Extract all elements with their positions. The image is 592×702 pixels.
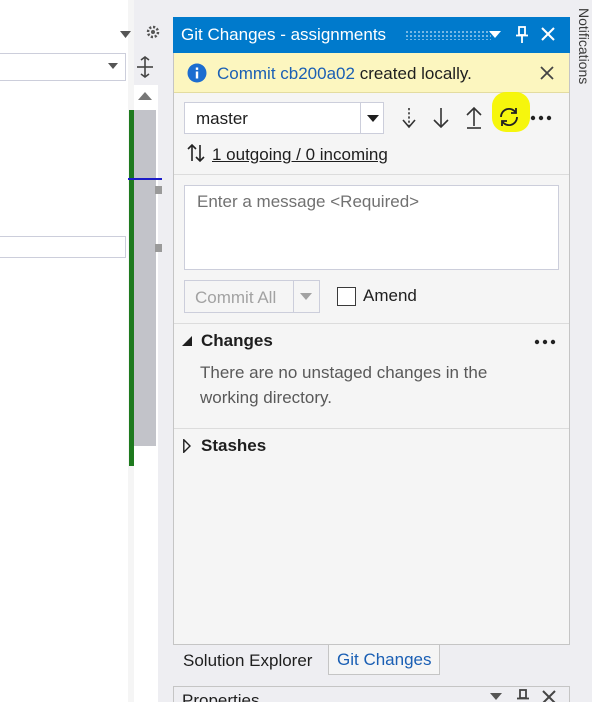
commit-link[interactable]: Commit cb200a02 — [217, 64, 355, 83]
outgoing-incoming-row: 1 outgoing / 0 incoming — [186, 143, 388, 165]
fetch-icon[interactable] — [400, 106, 418, 130]
chevron-down-icon — [367, 115, 379, 122]
branch-name: master — [196, 109, 248, 128]
expand-icon[interactable] — [183, 439, 191, 453]
scroll-up-icon[interactable] — [138, 92, 152, 100]
collapse-icon[interactable] — [182, 336, 192, 346]
info-icon — [187, 63, 207, 83]
dropdown-arrow-icon[interactable] — [120, 31, 131, 38]
panel-title: Git Changes - assignments — [181, 25, 387, 44]
tab-git-changes[interactable]: Git Changes — [328, 645, 440, 675]
branch-dropdown[interactable]: master — [184, 102, 384, 134]
info-message: created locally. — [354, 64, 472, 83]
commit-message-input[interactable]: Enter a message <Required> — [184, 185, 559, 270]
properties-title: Properties — [182, 691, 260, 702]
gear-icon[interactable] — [145, 24, 161, 40]
window-position-icon[interactable] — [490, 693, 502, 700]
chevron-down-icon — [108, 63, 118, 69]
info-bar: Commit cb200a02 created locally. — [174, 53, 569, 93]
outgoing-incoming-icon — [186, 143, 206, 163]
commit-message-placeholder: Enter a message <Required> — [197, 192, 420, 211]
tab-solution-explorer[interactable]: Solution Explorer — [183, 651, 312, 671]
editor-area — [0, 0, 128, 702]
caret-position-marker — [128, 178, 162, 180]
close-icon[interactable] — [541, 689, 557, 702]
outgoing-incoming-link[interactable]: 1 outgoing / 0 incoming — [212, 145, 388, 164]
sync-icon[interactable] — [497, 105, 521, 129]
commit-options-chevron-icon[interactable] — [300, 293, 312, 300]
pin-icon[interactable] — [516, 689, 530, 702]
pin-icon[interactable] — [515, 26, 529, 44]
notifications-tab[interactable]: Notifications — [574, 8, 592, 118]
properties-panel: Properties — [173, 686, 570, 702]
commit-all-button[interactable]: Commit All — [184, 280, 320, 313]
amend-checkbox[interactable] — [337, 287, 356, 306]
pull-icon[interactable] — [432, 106, 450, 130]
changes-empty-message: There are no unstaged changes in the wor… — [200, 363, 488, 407]
panel-title-bar[interactable]: Git Changes - assignments — [173, 17, 570, 53]
scrollbar-thumb[interactable] — [134, 110, 156, 446]
changes-section-title[interactable]: Changes — [201, 331, 273, 351]
more-icon[interactable] — [530, 115, 552, 121]
editor-input-field[interactable] — [0, 236, 126, 258]
git-change-marker — [129, 110, 134, 466]
scrollbar-marker — [155, 244, 162, 252]
split-view-icon[interactable] — [136, 56, 154, 78]
tab-git-changes-label: Git Changes — [337, 650, 432, 669]
close-icon[interactable] — [540, 26, 556, 42]
amend-label: Amend — [363, 286, 417, 305]
stashes-section-title[interactable]: Stashes — [201, 436, 266, 456]
dismiss-icon[interactable] — [540, 66, 554, 80]
changes-more-icon[interactable] — [534, 339, 556, 345]
editor-navigation-dropdown[interactable] — [0, 53, 126, 81]
window-position-icon[interactable] — [489, 31, 501, 38]
scrollbar-marker — [155, 186, 162, 194]
commit-all-label: Commit All — [195, 288, 277, 307]
push-icon[interactable] — [465, 104, 483, 130]
